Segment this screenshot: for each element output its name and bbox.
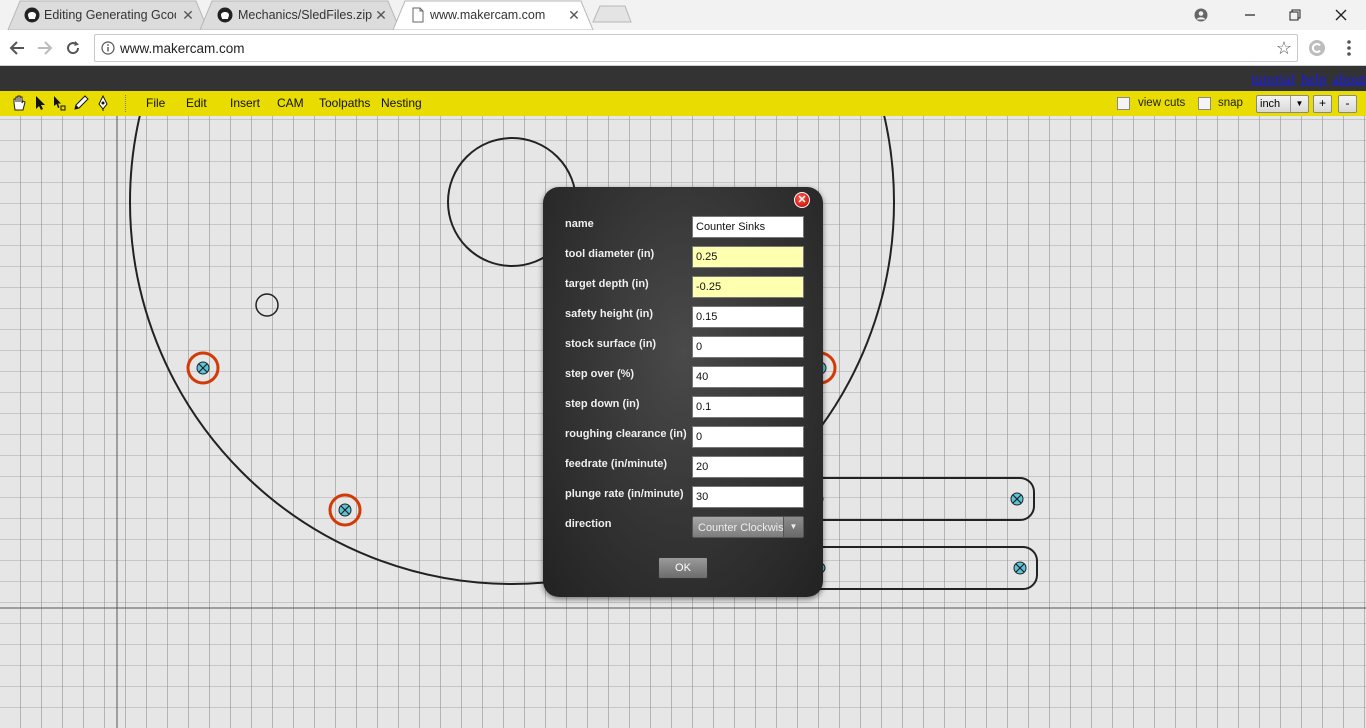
roughing-clearance-input[interactable] xyxy=(692,426,804,448)
small-hole-shape[interactable] xyxy=(255,293,279,317)
feedrate-label: feedrate (in/minute) xyxy=(565,458,668,470)
node-edit-tool-icon[interactable] xyxy=(95,95,111,111)
menu-toolpaths[interactable]: Toolpaths xyxy=(319,96,370,110)
reload-icon[interactable] xyxy=(61,36,85,60)
tab-title: Editing Generating Gcode xyxy=(44,8,176,22)
tab-github-editing[interactable]: Editing Generating Gcode ✕ xyxy=(0,0,200,30)
safety-height-label: safety height (in) xyxy=(565,308,654,320)
github-icon xyxy=(24,7,40,23)
minimize-icon[interactable] xyxy=(1227,0,1273,30)
snap-label: snap xyxy=(1218,97,1243,109)
name-label: name xyxy=(565,218,594,230)
feedrate-input[interactable] xyxy=(692,456,804,478)
hole-marker[interactable] xyxy=(1010,492,1024,506)
view-cuts-label: view cuts xyxy=(1138,97,1186,109)
browser-tab-strip: Editing Generating Gcode ✕ Mechanics/Sle… xyxy=(0,0,1366,30)
about-link[interactable]: about xyxy=(1333,72,1366,88)
profile-icon[interactable] xyxy=(1178,0,1224,30)
tutorial-link[interactable]: tutorial xyxy=(1252,72,1295,88)
roughing-clearance-label: roughing clearance (in) xyxy=(565,428,687,440)
ok-button[interactable]: OK xyxy=(658,557,708,579)
close-window-icon[interactable] xyxy=(1318,0,1364,30)
tool-diameter-label: tool diameter (in) xyxy=(565,248,655,260)
direction-value: Counter Clockwise xyxy=(698,522,790,534)
target-depth-label: target depth (in) xyxy=(565,278,649,290)
target-depth-input[interactable] xyxy=(692,276,804,298)
menu-icon[interactable] xyxy=(1337,36,1361,60)
close-icon[interactable]: ✕ xyxy=(794,192,810,208)
pen-tool-icon[interactable] xyxy=(73,95,89,111)
stock-surface-label: stock surface (in) xyxy=(565,338,657,350)
url-text: www.makercam.com xyxy=(120,41,245,56)
toolpath-settings-dialog: ✕ name tool diameter (in) target depth (… xyxy=(543,187,823,597)
hand-tool-icon[interactable] xyxy=(11,95,27,111)
node-tool-icon[interactable] xyxy=(51,95,67,111)
app-menubar: File Edit Insert CAM Toolpaths Nesting v… xyxy=(0,91,1366,116)
hole-marker[interactable] xyxy=(1013,561,1027,575)
app-header: tutorial help about xyxy=(0,66,1366,91)
tab-title: www.makercam.com xyxy=(430,8,546,22)
bookmark-star-icon[interactable]: ☆ xyxy=(1276,38,1292,58)
menu-file[interactable]: File xyxy=(146,96,165,110)
tab-github-mechanics[interactable]: Mechanics/SledFiles.zip a ✕ xyxy=(193,0,393,30)
new-tab-button[interactable] xyxy=(596,6,628,22)
zoom-out-button[interactable]: - xyxy=(1338,95,1357,113)
stock-surface-input[interactable] xyxy=(692,336,804,358)
step-over-label: step over (%) xyxy=(565,368,635,380)
plunge-rate-label: plunge rate (in/minute) xyxy=(565,488,684,500)
tab-title: Mechanics/SledFiles.zip a xyxy=(238,8,372,22)
github-icon xyxy=(217,7,233,23)
selected-hole-marker[interactable] xyxy=(328,493,362,527)
pointer-tool-icon[interactable] xyxy=(33,95,49,111)
snap-checkbox[interactable] xyxy=(1198,97,1211,110)
info-icon[interactable] xyxy=(101,41,115,55)
view-cuts-checkbox[interactable] xyxy=(1117,97,1130,110)
step-down-input[interactable] xyxy=(692,396,804,418)
step-over-input[interactable] xyxy=(692,366,804,388)
zoom-in-button[interactable]: + xyxy=(1313,95,1332,113)
menu-nesting[interactable]: Nesting xyxy=(381,96,422,110)
close-icon[interactable]: ✕ xyxy=(567,8,581,22)
slot-shape[interactable] xyxy=(789,477,1035,521)
selected-hole-marker[interactable] xyxy=(186,351,220,385)
help-link[interactable]: help xyxy=(1301,72,1327,88)
slot-shape[interactable] xyxy=(789,546,1038,590)
app-links: tutorial help about xyxy=(1246,72,1366,89)
step-down-label: step down (in) xyxy=(565,398,640,410)
menu-edit[interactable]: Edit xyxy=(186,96,207,110)
page-icon xyxy=(412,7,424,23)
direction-label: direction xyxy=(565,518,612,530)
direction-select[interactable]: Counter Clockwise ▼ xyxy=(692,516,804,538)
extension-icon[interactable] xyxy=(1305,36,1329,60)
tab-makercam[interactable]: www.makercam.com ✕ xyxy=(386,0,586,30)
forward-icon[interactable] xyxy=(33,36,57,60)
safety-height-input[interactable] xyxy=(692,306,804,328)
tool-diameter-input[interactable] xyxy=(692,246,804,268)
toolbar-divider xyxy=(125,95,126,112)
name-input[interactable] xyxy=(692,216,804,238)
plunge-rate-input[interactable] xyxy=(692,486,804,508)
unit-select[interactable]: inch ▼ xyxy=(1256,95,1309,113)
menu-insert[interactable]: Insert xyxy=(230,96,260,110)
back-icon[interactable] xyxy=(5,36,29,60)
chevron-down-icon: ▼ xyxy=(783,517,803,537)
unit-value: inch xyxy=(1260,98,1281,110)
menu-cam[interactable]: CAM xyxy=(277,96,304,110)
address-bar[interactable]: www.makercam.com ☆ xyxy=(94,34,1298,62)
browser-toolbar: www.makercam.com ☆ xyxy=(0,30,1366,66)
chevron-down-icon: ▼ xyxy=(1290,96,1308,112)
restore-icon[interactable] xyxy=(1272,0,1318,30)
